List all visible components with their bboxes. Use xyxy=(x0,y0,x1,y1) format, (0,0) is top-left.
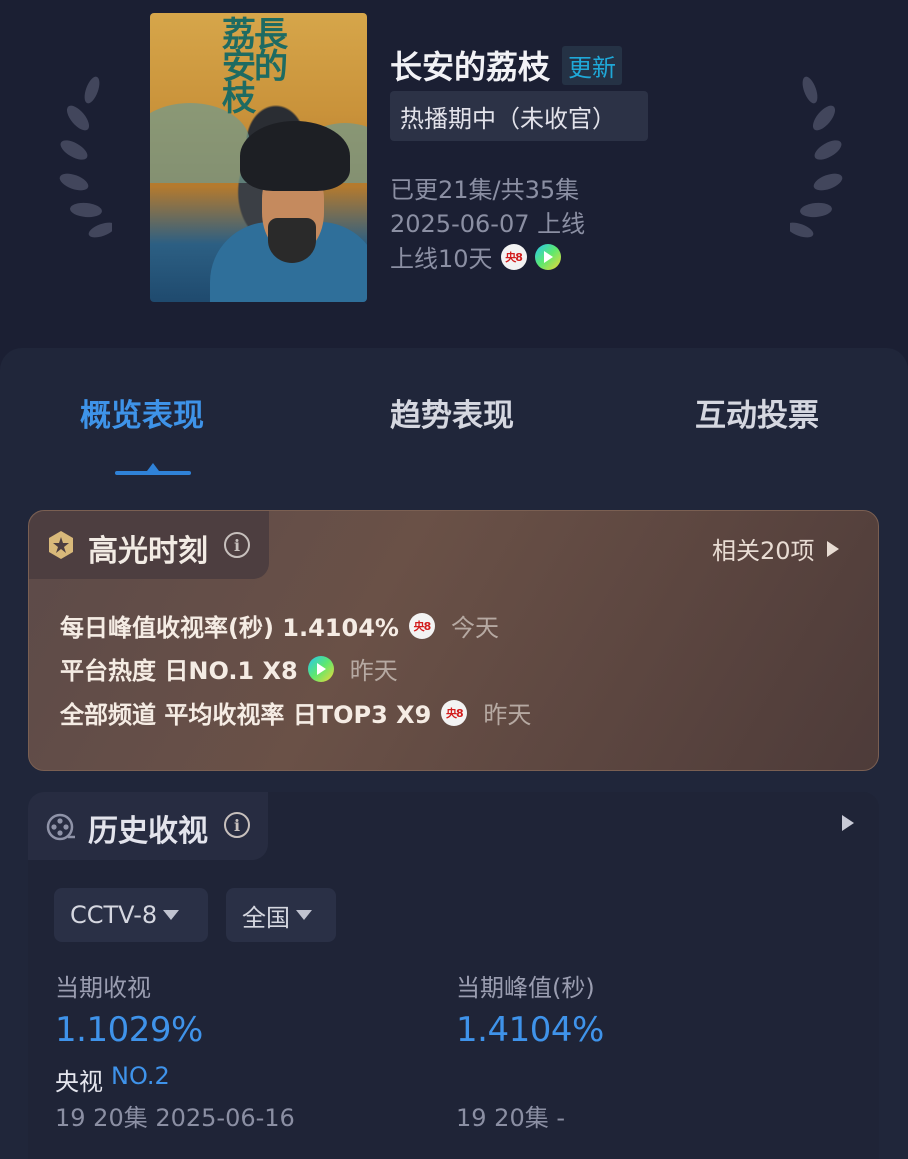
current-rating-value: 1.1029% xyxy=(55,1010,203,1050)
rank-value: NO.2 xyxy=(111,1062,170,1090)
peak-rating-label: 当期峰值(秒) xyxy=(456,974,595,1002)
highlight-row-text: 全部频道 平均收视率 日TOP3 X9 xyxy=(60,701,432,729)
cctv8-icon: 央8 xyxy=(500,243,527,270)
release-date: 2025-06-07 上线 xyxy=(390,210,586,238)
info-icon[interactable]: i xyxy=(224,812,250,838)
channel-select-value: CCTV-8 xyxy=(70,901,158,929)
rank-row: 央视 NO.2 xyxy=(55,1062,170,1097)
poster-figure-hat xyxy=(240,121,350,191)
tencent-video-icon xyxy=(534,243,561,270)
highlight-row-when: 昨天 xyxy=(483,701,532,729)
tab-overview[interactable]: 概览表现 xyxy=(80,390,204,435)
highlight-row[interactable]: 平台热度 日NO.1 X8 昨天 xyxy=(60,651,398,686)
current-rating-label: 当期收视 xyxy=(55,974,151,1002)
status-badge: 热播期中（未收官） xyxy=(390,91,648,141)
highlight-row-text: 每日峰值收视率(秒) 1.4104% xyxy=(60,614,399,642)
highlight-row-text: 平台热度 日NO.1 X8 xyxy=(60,657,298,685)
peak-rating-value: 1.4104% xyxy=(456,1010,604,1050)
arrow-right-icon[interactable] xyxy=(842,815,854,831)
laurel-left-icon xyxy=(59,76,112,238)
channel-select[interactable]: CCTV-8 xyxy=(54,888,208,942)
cctv8-icon: 央8 xyxy=(408,612,435,639)
region-select-value: 全国 xyxy=(242,903,290,932)
highlight-row[interactable]: 每日峰值收视率(秒) 1.4104% 央8 今天 xyxy=(60,608,499,643)
days-online-row: 上线10天 央8 xyxy=(390,239,561,274)
laurel-right-icon xyxy=(790,76,843,238)
update-badge: 更新 xyxy=(562,45,623,85)
highlight-row[interactable]: 全部频道 平均收视率 日TOP3 X9 央8 昨天 xyxy=(60,695,531,730)
tencent-video-icon xyxy=(307,655,334,682)
poster-figure-beard xyxy=(268,218,316,263)
highlight-more-link[interactable]: 相关20项 xyxy=(712,531,839,566)
tab-bar: 概览表现 趋势表现 互动投票 xyxy=(0,390,908,434)
caret-down-icon xyxy=(163,910,180,920)
highlight-row-when: 今天 xyxy=(450,614,499,642)
highlight-title: 高光时刻 xyxy=(88,534,208,569)
info-icon[interactable]: i xyxy=(224,532,250,558)
peak-rating-sub: 19 20集 - xyxy=(456,1104,565,1132)
arrow-right-icon xyxy=(826,540,839,557)
highlight-row-when: 昨天 xyxy=(349,657,398,685)
show-poster[interactable]: 荔長安的枝 xyxy=(150,13,367,302)
cctv8-icon: 央8 xyxy=(441,699,468,726)
caret-down-icon xyxy=(296,910,312,920)
history-title: 历史收视 xyxy=(88,814,208,849)
days-online: 上线10天 xyxy=(390,245,493,273)
poster-calligraphy: 荔長安的枝 xyxy=(222,15,288,119)
rank-prefix: 央视 xyxy=(55,1068,103,1096)
tab-indicator xyxy=(115,471,191,475)
episode-count: 已更21集/共35集 xyxy=(390,176,580,204)
tab-indicator-caret xyxy=(147,463,159,471)
title-row: 长安的荔枝 更新 xyxy=(390,42,623,88)
film-reel-icon xyxy=(46,813,75,841)
tab-vote[interactable]: 互动投票 xyxy=(695,390,819,435)
region-select[interactable]: 全国 xyxy=(226,888,336,942)
star-badge-icon xyxy=(49,531,73,559)
highlight-more-label: 相关20项 xyxy=(712,537,815,565)
current-rating-sub: 19 20集 2025-06-16 xyxy=(55,1104,295,1132)
tab-trend[interactable]: 趋势表现 xyxy=(390,390,514,435)
show-title: 长安的荔枝 xyxy=(390,48,551,86)
